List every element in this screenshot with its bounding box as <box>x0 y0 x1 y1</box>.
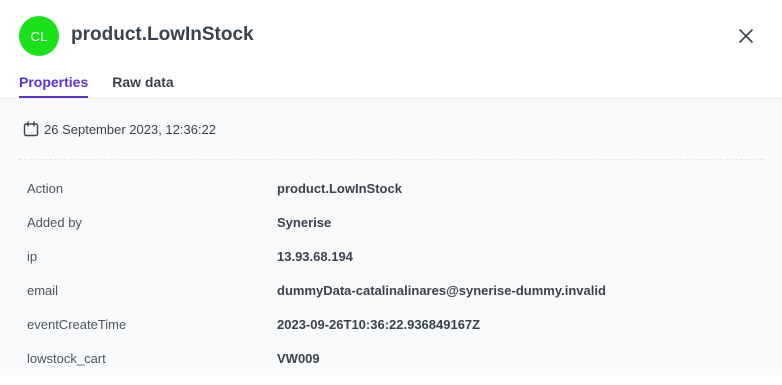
avatar: CL <box>19 16 59 56</box>
close-icon <box>739 29 753 43</box>
event-date: 26 September 2023, 12:36:22 <box>23 121 216 137</box>
property-row: lowstock_cart VW009 <box>27 351 767 385</box>
property-row: Action product.LowInStock <box>27 181 767 215</box>
event-header: CL product.LowInStock Properties Raw dat… <box>0 0 782 98</box>
divider <box>19 159 763 160</box>
property-value: Synerise <box>277 215 332 230</box>
property-row: eventCreateTime 2023-09-26T10:36:22.9368… <box>27 317 767 351</box>
calendar-icon <box>23 121 39 137</box>
property-value: product.LowInStock <box>277 181 402 196</box>
property-row: ip 13.93.68.194 <box>27 249 767 283</box>
property-value: 13.93.68.194 <box>277 249 353 264</box>
property-row: Added by Synerise <box>27 215 767 249</box>
tab-bar: Properties Raw data <box>19 66 198 98</box>
property-row: email dummyData-catalinalinares@synerise… <box>27 283 767 317</box>
property-key: Action <box>27 181 64 196</box>
close-button[interactable] <box>736 26 756 46</box>
property-key: eventCreateTime <box>27 317 127 332</box>
properties-panel: 26 September 2023, 12:36:22 Action produ… <box>0 98 782 375</box>
property-key: ip <box>27 249 38 264</box>
property-key: lowstock_cart <box>27 351 106 366</box>
property-value: dummyData-catalinalinares@synerise-dummy… <box>277 283 606 298</box>
event-date-text: 26 September 2023, 12:36:22 <box>44 121 217 137</box>
page-title: product.LowInStock <box>71 24 254 45</box>
property-value: VW009 <box>277 351 320 366</box>
tab-properties[interactable]: Properties <box>19 66 89 98</box>
property-key: Added by <box>27 215 82 230</box>
property-key: email <box>27 283 59 298</box>
property-value: 2023-09-26T10:36:22.936849167Z <box>277 317 481 332</box>
tab-raw-data[interactable]: Raw data <box>112 66 173 98</box>
properties-list: Action product.LowInStock Added by Syner… <box>27 181 767 385</box>
